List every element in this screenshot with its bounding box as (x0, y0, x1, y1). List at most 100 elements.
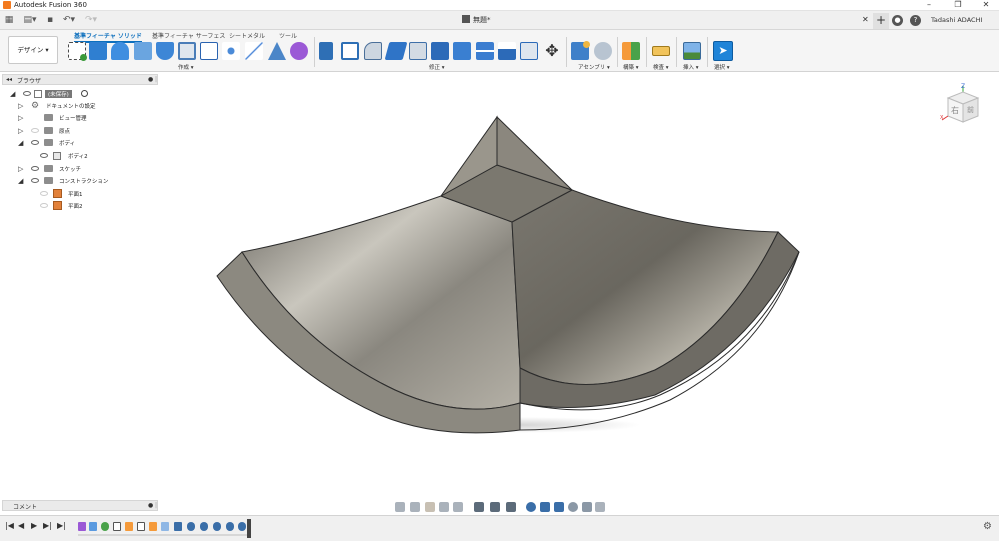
ground-shadow-icon[interactable] (582, 502, 592, 512)
browser-node-plane1[interactable]: 平面1 (40, 188, 158, 200)
user-account-menu[interactable]: Tadashi ADACHI (931, 16, 982, 24)
group-inspect[interactable]: 検査 ▾ (653, 63, 669, 71)
combine-icon[interactable] (453, 42, 471, 60)
visibility-eye-icon[interactable] (40, 203, 48, 208)
new-component-icon[interactable] (68, 42, 87, 61)
timeline-move-icon[interactable] (238, 522, 246, 531)
group-insert[interactable]: 挿入 ▾ (683, 63, 699, 71)
visibility-eye-icon[interactable] (31, 128, 39, 133)
help-icon[interactable]: ? (910, 15, 921, 26)
close-window-button[interactable]: ✕ (972, 0, 999, 11)
timeline-plane-icon[interactable] (125, 522, 133, 531)
expand-triangle-icon[interactable]: ▷ (18, 114, 23, 122)
redo-icon[interactable]: ↷▾ (82, 14, 100, 27)
sweep-icon[interactable] (134, 42, 152, 60)
tab-sheet-metal[interactable]: シートメタル (229, 31, 265, 40)
browser-pin-icon[interactable]: ● (148, 76, 153, 83)
document-tab-close-icon[interactable]: ✕ (862, 15, 869, 24)
align-icon[interactable] (520, 42, 538, 60)
timeline-boundary-fill-icon[interactable] (78, 522, 86, 531)
expand-triangle-icon[interactable]: ◢ (10, 90, 15, 98)
pan-hand-icon[interactable] (425, 502, 435, 512)
timeline-next-icon[interactable]: ▶| (43, 521, 52, 530)
workspace-switcher[interactable]: デザイン ▾ (8, 36, 58, 64)
measure-icon[interactable] (652, 46, 670, 56)
timeline-move-icon[interactable] (187, 522, 195, 531)
thicken-icon[interactable] (268, 42, 286, 60)
maximize-button[interactable]: ❐ (944, 0, 972, 11)
visibility-eye-icon[interactable] (31, 178, 39, 183)
offset-face-icon[interactable] (498, 42, 516, 60)
viewports-icon[interactable] (506, 502, 516, 512)
tab-tools[interactable]: ツール (279, 31, 297, 40)
timeline-plane-icon[interactable] (149, 522, 157, 531)
mirror-icon[interactable] (245, 42, 263, 60)
grid-settings-icon[interactable] (490, 502, 500, 512)
new-tab-button[interactable]: + (873, 13, 889, 29)
group-modify[interactable]: 修正 ▾ (429, 63, 445, 71)
timeline-settings-gear-icon[interactable]: ⚙ (983, 521, 992, 532)
timeline-marker[interactable] (247, 519, 251, 538)
browser-node-root[interactable]: ◢ (未保存) (10, 88, 160, 100)
minimize-button[interactable]: – (915, 0, 943, 11)
chamfer-icon[interactable] (364, 42, 382, 60)
camera-icon[interactable] (568, 502, 578, 512)
expand-triangle-icon[interactable]: ▷ (18, 165, 23, 173)
pattern-icon[interactable] (222, 42, 240, 60)
boundary-fill-icon[interactable] (290, 42, 308, 60)
split-icon[interactable] (476, 42, 494, 60)
browser-node-plane2[interactable]: 平面2 (40, 200, 158, 212)
visibility-eye-icon[interactable] (31, 140, 39, 145)
joint-icon[interactable] (594, 42, 612, 60)
environment-icon[interactable] (595, 502, 605, 512)
group-assemble[interactable]: アセンブリ ▾ (578, 63, 610, 71)
scale-icon[interactable] (431, 42, 449, 60)
expand-triangle-icon[interactable]: ◢ (18, 139, 23, 147)
data-panel-grid-icon[interactable]: ▦ (3, 14, 15, 27)
insert-image-icon[interactable] (683, 42, 701, 60)
save-icon[interactable]: ▪ (44, 14, 56, 27)
timeline-track[interactable] (78, 534, 250, 536)
timeline-end-icon[interactable]: ▶| (57, 521, 66, 530)
timeline-offset-plane-icon[interactable] (101, 522, 109, 531)
assemble-icon[interactable] (571, 41, 590, 60)
browser-node-bodies[interactable]: ◢ ボディ (18, 137, 158, 149)
fillet-icon[interactable] (341, 42, 359, 60)
browser-node-sketches[interactable]: ▷ スケッチ (18, 163, 158, 175)
offset-plane-icon[interactable] (622, 42, 640, 60)
group-construct[interactable]: 構築 ▾ (623, 63, 639, 71)
look-at-icon[interactable] (410, 502, 420, 512)
press-pull-icon[interactable] (319, 42, 333, 60)
browser-node-doc-settings[interactable]: ▷ ⚙ ドキュメントの設定 (18, 100, 158, 112)
undo-icon[interactable]: ↶▾ (60, 14, 78, 27)
move-icon[interactable]: ✥ (543, 42, 561, 60)
timeline-prev-icon[interactable]: ◀ (18, 521, 24, 530)
browser-node-origin[interactable]: ▷ 原点 (18, 125, 158, 137)
browser-node-construction[interactable]: ◢ コンストラクション (18, 175, 158, 187)
comments-panel-header[interactable]: コメント ● | (2, 500, 158, 511)
timeline-extrude-icon[interactable] (174, 522, 182, 531)
group-create[interactable]: 作成 ▾ (178, 63, 194, 71)
browser-node-body2[interactable]: ボディ2 (40, 150, 158, 162)
extrude-icon[interactable] (89, 42, 107, 60)
visual-style-icon[interactable] (540, 502, 550, 512)
effects-icon[interactable] (526, 502, 536, 512)
timeline-sketch-icon[interactable] (137, 522, 145, 531)
group-select[interactable]: 選択 ▾ (714, 63, 730, 71)
timeline-move-icon[interactable] (200, 522, 208, 531)
browser-resize-icon[interactable]: | (155, 76, 157, 83)
expand-triangle-icon[interactable]: ▷ (18, 127, 23, 135)
activate-radio-icon[interactable] (81, 90, 88, 97)
draft-icon[interactable] (409, 42, 427, 60)
job-status-icon[interactable]: ● (892, 15, 903, 26)
viewcube[interactable]: Z 右 前 X (940, 82, 986, 128)
comments-add-icon[interactable]: ● (148, 502, 153, 509)
web-icon[interactable] (200, 42, 218, 60)
browser-panel-header[interactable]: ◂◂ ブラウザ ● | (2, 74, 158, 85)
orbit-icon[interactable] (395, 502, 405, 512)
timeline-move-icon[interactable] (226, 522, 234, 531)
timeline-move-icon[interactable] (213, 522, 221, 531)
timeline-start-icon[interactable]: |◀ (5, 521, 14, 530)
revolve-icon[interactable] (111, 42, 129, 60)
timeline-sketch-icon[interactable] (113, 522, 121, 531)
